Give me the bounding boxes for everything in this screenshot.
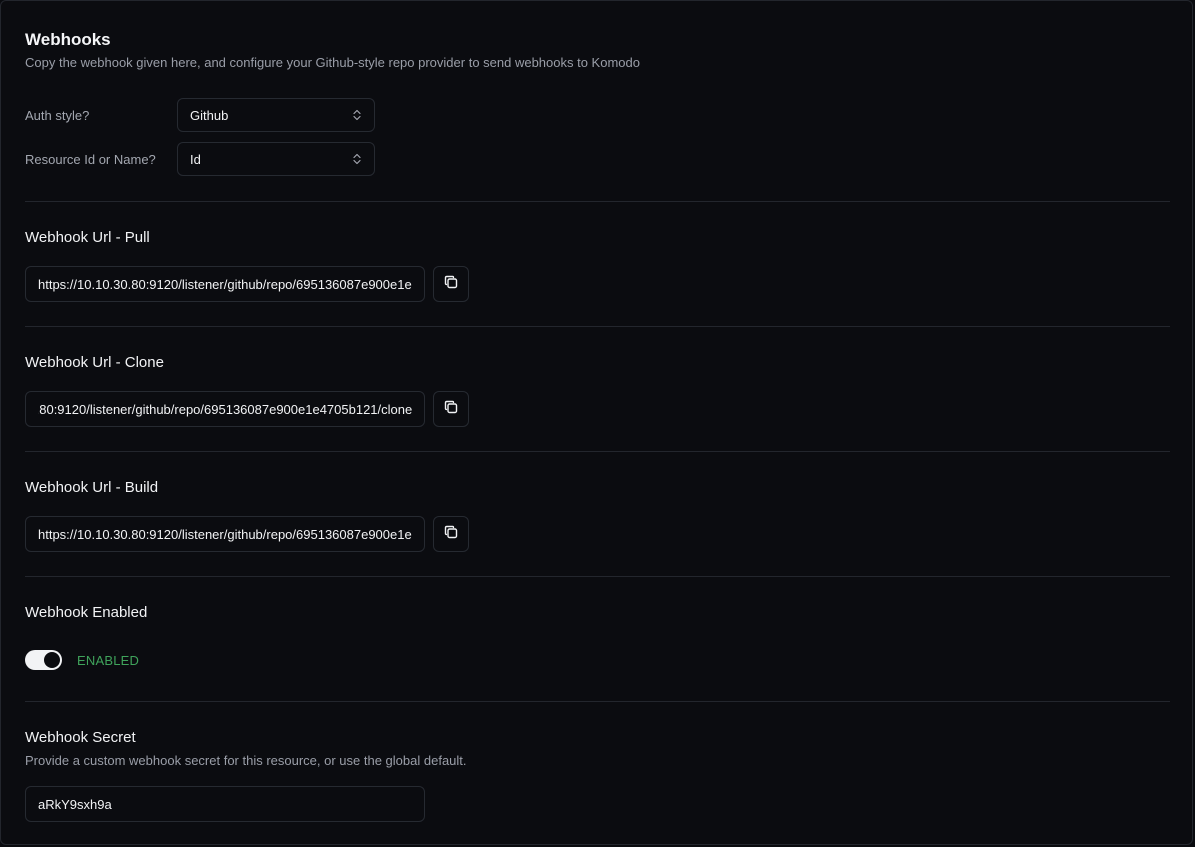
- chevron-up-down-icon: [352, 152, 362, 166]
- resource-id-value: Id: [190, 151, 201, 167]
- auth-style-label: Auth style?: [25, 107, 90, 123]
- pull-url-row: [25, 266, 469, 302]
- copy-build-url-button[interactable]: [433, 516, 469, 552]
- resource-id-row: Resource Id or Name? Id: [25, 141, 375, 177]
- chevron-up-down-icon: [352, 108, 362, 122]
- webhooks-card: Webhooks Copy the webhook given here, an…: [0, 0, 1193, 845]
- copy-icon: [443, 524, 459, 545]
- divider: [25, 326, 1170, 327]
- clone-url-label: Webhook Url - Clone: [25, 354, 164, 371]
- webhook-secret-description: Provide a custom webhook secret for this…: [25, 753, 467, 768]
- copy-icon: [443, 274, 459, 295]
- section-description: Copy the webhook given here, and configu…: [25, 55, 640, 70]
- webhook-enabled-toggle[interactable]: [25, 650, 62, 670]
- copy-clone-url-button[interactable]: [433, 391, 469, 427]
- copy-pull-url-button[interactable]: [433, 266, 469, 302]
- clone-url-input[interactable]: [25, 391, 425, 427]
- webhook-enabled-label: Webhook Enabled: [25, 604, 148, 621]
- divider: [25, 701, 1170, 702]
- clone-url-row: [25, 391, 469, 427]
- auth-style-row: Auth style? Github: [25, 97, 375, 133]
- auth-style-select[interactable]: Github: [177, 98, 375, 132]
- build-url-input[interactable]: [25, 516, 425, 552]
- divider: [25, 451, 1170, 452]
- auth-style-value: Github: [190, 107, 229, 123]
- resource-id-label: Resource Id or Name?: [25, 151, 156, 167]
- webhooks-content: Webhooks Copy the webhook given here, an…: [25, 29, 1170, 822]
- copy-icon: [443, 399, 459, 420]
- webhook-enabled-row: ENABLED: [25, 650, 139, 670]
- build-url-row: [25, 516, 469, 552]
- webhook-enabled-status: ENABLED: [77, 652, 140, 668]
- pull-url-label: Webhook Url - Pull: [25, 229, 150, 246]
- divider: [25, 576, 1170, 577]
- webhook-secret-label: Webhook Secret: [25, 729, 136, 746]
- resource-id-select[interactable]: Id: [177, 142, 375, 176]
- build-url-label: Webhook Url - Build: [25, 479, 159, 496]
- pull-url-input[interactable]: [25, 266, 425, 302]
- divider: [25, 201, 1170, 202]
- toggle-knob: [44, 652, 60, 668]
- section-title: Webhooks: [25, 30, 111, 49]
- webhook-secret-input[interactable]: [25, 786, 425, 822]
